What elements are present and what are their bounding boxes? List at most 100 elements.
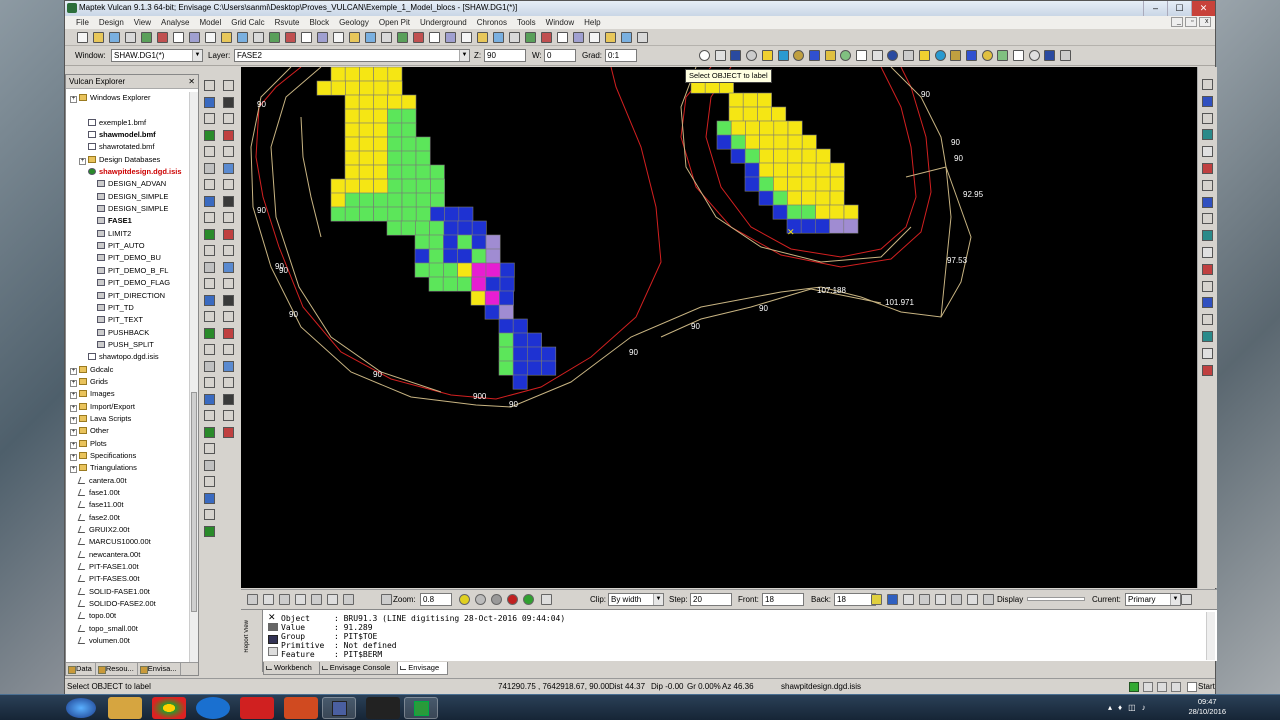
status-checkbox[interactable] <box>1187 682 1197 692</box>
expand-icon[interactable]: + <box>79 157 86 165</box>
expand-icon[interactable]: + <box>70 441 77 449</box>
model-block[interactable] <box>330 192 346 208</box>
draw-tool-icon[interactable] <box>204 113 215 124</box>
layer-tool-icon[interactable] <box>699 50 710 61</box>
layer-tool-icon[interactable] <box>903 50 915 61</box>
draw-tool-icon[interactable] <box>204 162 215 174</box>
model-block[interactable] <box>430 206 445 222</box>
toolbar-tool-icon[interactable] <box>397 32 408 43</box>
model-block[interactable] <box>728 106 744 122</box>
model-block[interactable] <box>344 192 360 208</box>
edit-tool-icon[interactable] <box>223 393 234 405</box>
tree-item[interactable]: shawpitdesign.dgd.isis <box>66 166 188 178</box>
model-block[interactable] <box>387 150 403 166</box>
back-input[interactable]: 18 <box>834 593 876 606</box>
edit-tool-icon[interactable] <box>223 245 234 256</box>
model-block[interactable] <box>401 94 417 110</box>
toolbar-tool-icon[interactable] <box>141 32 152 43</box>
tree-item[interactable] <box>66 104 188 116</box>
chrome-icon[interactable] <box>152 697 186 719</box>
toolbar-tool-icon[interactable] <box>253 32 264 43</box>
toolbar-tool-icon[interactable] <box>221 32 232 43</box>
model-block[interactable] <box>373 164 388 180</box>
edit-tool-icon[interactable] <box>223 360 234 372</box>
model-block[interactable] <box>359 206 374 222</box>
model-block[interactable] <box>773 134 789 150</box>
toolbar-tool-icon[interactable] <box>429 32 440 43</box>
mdi-minimize-button[interactable]: _ <box>1171 17 1183 27</box>
env-tool-icon[interactable] <box>475 594 486 605</box>
model-block[interactable] <box>787 190 802 206</box>
model-block[interactable] <box>415 220 430 236</box>
menu-window[interactable]: Window <box>541 16 579 29</box>
model-block[interactable] <box>344 164 360 180</box>
tree-item[interactable]: PIT_TD <box>66 302 188 314</box>
model-block[interactable] <box>499 262 515 278</box>
model-block[interactable] <box>387 206 403 222</box>
model-block[interactable] <box>498 318 514 334</box>
model-block[interactable] <box>773 120 789 136</box>
expand-icon[interactable]: + <box>70 429 77 437</box>
model-block[interactable] <box>387 67 403 82</box>
expand-icon[interactable]: + <box>70 453 77 461</box>
scrollbar-thumb[interactable] <box>191 392 197 612</box>
menu-open-pit[interactable]: Open Pit <box>374 16 415 29</box>
view-tool-icon[interactable] <box>1202 163 1213 174</box>
env-tool-icon[interactable] <box>459 594 470 605</box>
env-tool-icon[interactable] <box>541 594 552 605</box>
env-tool-icon[interactable] <box>983 594 994 605</box>
model-block[interactable] <box>815 148 831 164</box>
layer-tool-icon[interactable] <box>840 50 852 61</box>
tree-item[interactable]: PIT-FASE1.00t <box>66 561 188 573</box>
toolbar-tool-icon[interactable] <box>189 32 200 43</box>
model-block[interactable] <box>401 122 417 138</box>
model-block[interactable] <box>758 176 774 192</box>
model-block[interactable] <box>429 220 445 236</box>
model-block[interactable] <box>485 276 501 292</box>
tab-data[interactable]: Data <box>66 663 96 675</box>
model-block[interactable] <box>443 220 459 236</box>
menu-file[interactable]: File <box>71 16 94 29</box>
model-block[interactable] <box>815 190 831 206</box>
title-bar[interactable]: Maptek Vulcan 9.1.3 64-bit; Envisage C:\… <box>65 1 1215 16</box>
toolbar-tool-icon[interactable] <box>173 32 184 43</box>
expand-icon[interactable]: + <box>70 379 77 387</box>
model-block[interactable] <box>443 234 458 250</box>
model-block[interactable] <box>787 148 803 164</box>
draw-tool-icon[interactable] <box>204 245 215 256</box>
draw-tool-icon[interactable] <box>204 212 215 223</box>
layer-tool-icon[interactable] <box>918 50 930 61</box>
model-block[interactable] <box>742 92 758 108</box>
model-block[interactable] <box>512 360 528 376</box>
model-block[interactable] <box>457 276 472 292</box>
env-tool-icon[interactable] <box>507 594 518 605</box>
model-block[interactable] <box>359 67 374 82</box>
model-block[interactable] <box>716 134 732 150</box>
close-icon[interactable]: ✕ <box>268 612 276 623</box>
env-tool-icon[interactable] <box>1181 594 1192 605</box>
model-block[interactable] <box>387 108 403 124</box>
model-block[interactable] <box>471 234 487 250</box>
model-block[interactable] <box>387 94 403 110</box>
tree-item[interactable]: + Grids <box>66 376 188 388</box>
model-block[interactable] <box>401 136 417 152</box>
model-block[interactable] <box>772 204 788 220</box>
toolbar-tool-icon[interactable] <box>413 32 424 43</box>
model-block[interactable] <box>401 206 417 222</box>
model-block[interactable] <box>415 150 431 166</box>
draw-tool-icon[interactable] <box>204 410 215 421</box>
env-tool-icon[interactable] <box>491 594 502 605</box>
edit-tool-icon[interactable] <box>223 129 234 141</box>
layer-tool-icon[interactable] <box>746 50 758 61</box>
explorer-close-icon[interactable]: ✕ <box>188 75 195 89</box>
layer-tool-icon[interactable] <box>856 50 867 61</box>
model-block[interactable] <box>745 120 760 136</box>
model-block[interactable] <box>373 178 389 194</box>
draw-tool-icon[interactable] <box>204 129 215 141</box>
model-block[interactable] <box>443 248 458 264</box>
z-input[interactable]: 90 <box>484 49 526 62</box>
model-block[interactable] <box>429 164 445 180</box>
tree-item[interactable]: + Images <box>66 388 188 400</box>
view-tool-icon[interactable] <box>1202 79 1213 90</box>
model-block[interactable] <box>430 178 445 194</box>
